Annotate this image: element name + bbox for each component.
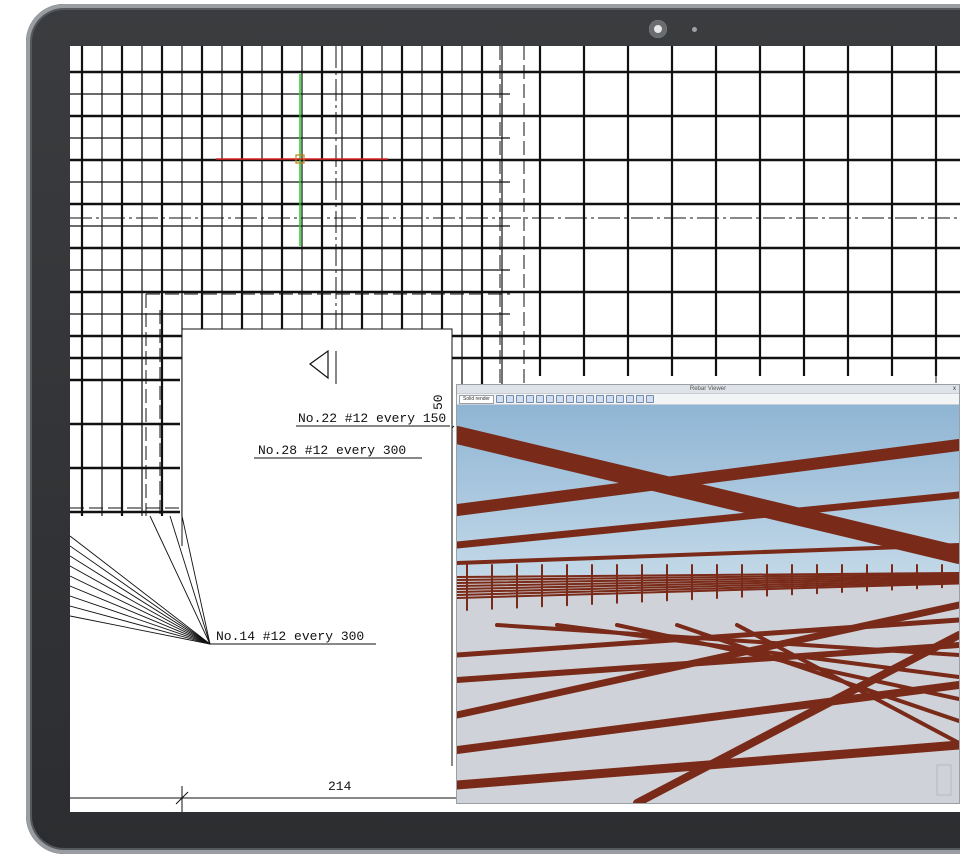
viewer-titlebar[interactable]: Rebar Viewer x [457, 385, 959, 394]
render-mode-select[interactable]: Solid render [459, 394, 494, 404]
lower-left-area [70, 516, 220, 812]
wireframe-icon[interactable] [575, 395, 584, 403]
dimension-text: 214 [328, 779, 352, 794]
camera-icon [649, 20, 667, 38]
fit-icon[interactable] [525, 395, 534, 403]
help-icon[interactable] [645, 395, 654, 403]
close-icon[interactable]: x [953, 385, 956, 393]
annotation-no28[interactable]: No.28 #12 every 300 [258, 443, 406, 458]
viewer-toolbar: Solid render [457, 394, 959, 405]
camera-view-icon[interactable] [605, 395, 614, 403]
top-view-icon[interactable] [545, 395, 554, 403]
pan-icon[interactable] [505, 395, 514, 403]
side-view-icon[interactable] [555, 395, 564, 403]
light-icon[interactable] [595, 395, 604, 403]
axis-gizmo-icon[interactable] [936, 764, 952, 796]
vertical-dimension-text: 50 [431, 394, 446, 410]
iso-view-icon[interactable] [565, 395, 574, 403]
cad-screen[interactable]: No.22 #12 every 150 No.28 #12 every 300 … [70, 46, 960, 812]
zoom-icon[interactable] [515, 395, 524, 403]
front-view-icon[interactable] [535, 395, 544, 403]
rotate-icon[interactable] [495, 395, 504, 403]
3d-viewer-window[interactable]: Rebar Viewer x Solid render [456, 384, 960, 804]
viewer-title: Rebar Viewer [689, 386, 727, 392]
print-icon[interactable] [635, 395, 644, 403]
3d-canvas[interactable] [457, 405, 959, 803]
section-icon[interactable] [625, 395, 634, 403]
footing-area [182, 329, 452, 812]
annotation-no22[interactable]: No.22 #12 every 150 [298, 411, 446, 426]
measure-icon[interactable] [615, 395, 624, 403]
sensor-dot [692, 27, 697, 32]
shaded-icon[interactable] [585, 395, 594, 403]
annotation-no14[interactable]: No.14 #12 every 300 [216, 629, 364, 644]
